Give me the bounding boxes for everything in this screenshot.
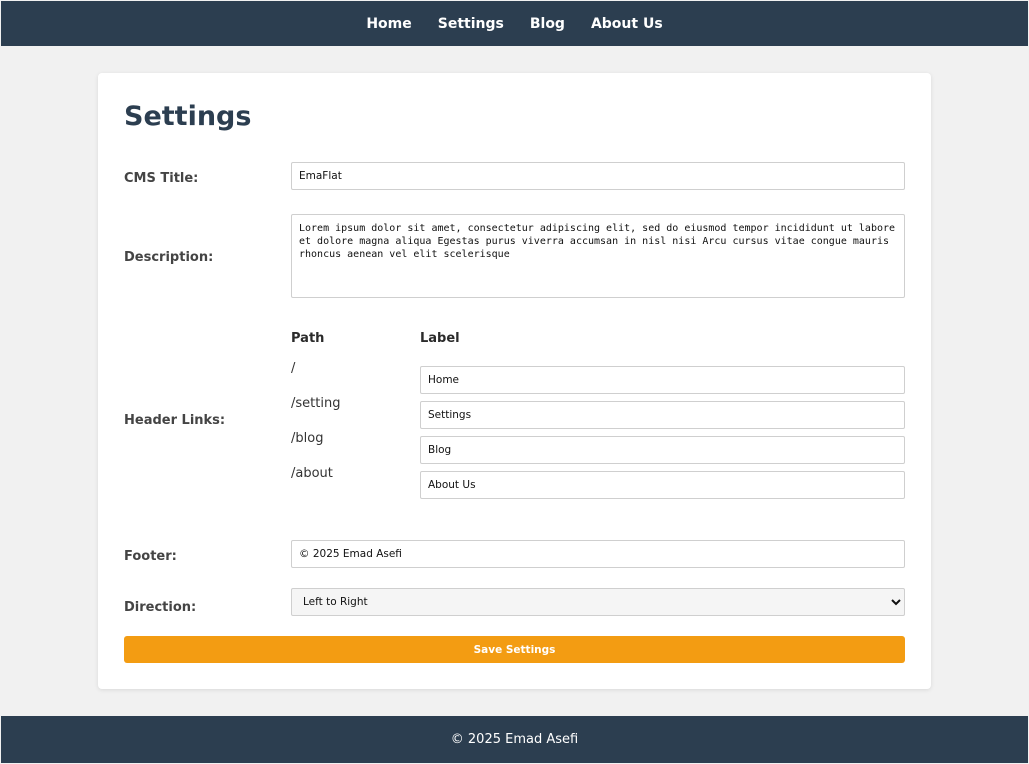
cms-title-label: CMS Title: — [124, 171, 199, 186]
cms-title-input[interactable] — [291, 162, 905, 190]
link-path-home: / — [291, 361, 296, 376]
link-label-input-settings[interactable] — [420, 401, 905, 429]
nav-link-settings[interactable]: Settings — [438, 16, 504, 32]
direction-label: Direction: — [124, 600, 197, 615]
top-nav: Home Settings Blog About Us — [1, 1, 1028, 46]
page-footer: © 2025 Emad Asefi — [1, 716, 1028, 763]
link-label-input-home[interactable] — [420, 366, 905, 394]
path-column-header: Path — [291, 331, 325, 346]
page-title: Settings — [124, 101, 252, 132]
footer-label: Footer: — [124, 549, 177, 564]
direction-select[interactable]: Left to Right — [291, 588, 905, 616]
nav-link-blog[interactable]: Blog — [530, 16, 565, 32]
link-label-input-blog[interactable] — [420, 436, 905, 464]
link-path-blog: /blog — [291, 431, 324, 446]
settings-card: Settings CMS Title: Description: Lorem i… — [98, 73, 931, 689]
description-textarea[interactable]: Lorem ipsum dolor sit amet, consectetur … — [291, 214, 905, 298]
footer-input[interactable] — [291, 540, 905, 568]
link-path-about: /about — [291, 466, 333, 481]
footer-text: © 2025 Emad Asefi — [450, 732, 579, 747]
label-column-header: Label — [420, 331, 460, 346]
save-settings-button[interactable]: Save Settings — [124, 636, 905, 663]
nav-link-about[interactable]: About Us — [591, 16, 663, 32]
link-path-setting: /setting — [291, 396, 341, 411]
link-label-input-about[interactable] — [420, 471, 905, 499]
nav-link-home[interactable]: Home — [366, 16, 411, 32]
description-label: Description: — [124, 250, 214, 265]
header-links-label: Header Links: — [124, 413, 226, 428]
